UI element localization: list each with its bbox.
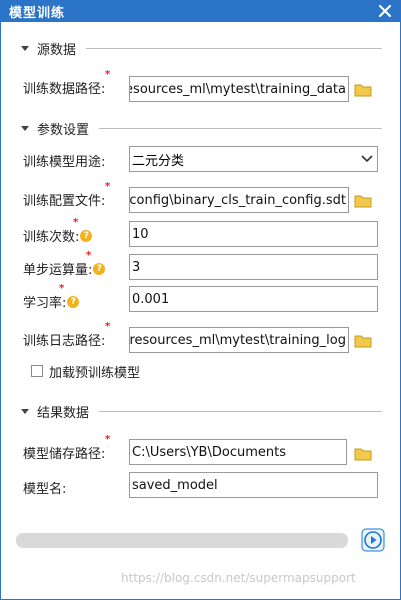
batch-size-input[interactable]: 3 xyxy=(129,254,378,280)
help-icon[interactable]: ? xyxy=(93,262,106,275)
log-path-value: s\resources_ml\mytest\training_log xyxy=(129,332,346,348)
model-save-path-input[interactable]: C:\Users\YB\Documents xyxy=(129,439,347,465)
model-name-value: saved_model xyxy=(132,477,218,493)
batch-size-value: 3 xyxy=(132,259,141,275)
batch-size-label-text: 单步运算量: xyxy=(23,263,93,278)
epochs-label: 训练次数: ? * xyxy=(23,217,93,245)
watermark-text: https://blog.csdn.net/supermapsupport xyxy=(121,571,356,585)
required-marker: * xyxy=(105,69,111,80)
learning-rate-value: 0.001 xyxy=(132,291,170,307)
browse-folder-icon[interactable] xyxy=(354,82,372,97)
required-marker: * xyxy=(73,217,79,228)
pretrained-checkbox-label[interactable]: 加载预训练模型 xyxy=(49,362,140,381)
required-marker: * xyxy=(105,181,111,192)
run-play-icon[interactable] xyxy=(361,528,385,552)
epochs-label-text: 训练次数: xyxy=(23,230,80,245)
log-path-input[interactable]: s\resources_ml\mytest\training_log xyxy=(129,327,349,353)
required-marker: * xyxy=(105,321,111,332)
train-data-path-input[interactable]: \resources_ml\mytest\training_data xyxy=(129,76,349,102)
config-file-label-text: 训练配置文件: xyxy=(23,194,106,209)
learning-rate-label-text: 学习率: xyxy=(23,296,67,311)
model-save-path-label-text: 模型储存路径: xyxy=(23,447,106,462)
section-params-header[interactable]: 参数设置 xyxy=(21,120,382,138)
model-usage-label-text: 训练模型用途: xyxy=(23,155,106,170)
progress-bar xyxy=(16,533,348,548)
model-usage-value: 二元分类 xyxy=(132,153,185,169)
section-result-header[interactable]: 结果数据 xyxy=(21,403,382,421)
train-data-path-label-text: 训练数据路径: xyxy=(23,82,106,97)
browse-folder-icon[interactable] xyxy=(354,446,372,461)
section-result-label: 结果数据 xyxy=(37,405,90,421)
config-file-label: 训练配置文件: * xyxy=(23,181,110,209)
browse-folder-icon[interactable] xyxy=(354,333,372,348)
chevron-down-icon[interactable] xyxy=(361,155,373,163)
collapse-caret-icon[interactable] xyxy=(21,126,29,131)
model-name-label-text: 模型名: xyxy=(23,482,67,497)
dialog-title: 模型训练 xyxy=(9,5,66,21)
model-save-path-value: C:\Users\YB\Documents xyxy=(132,444,286,460)
divider xyxy=(86,48,382,49)
log-path-label: 训练日志路径: * xyxy=(23,321,110,349)
collapse-caret-icon[interactable] xyxy=(21,409,29,414)
train-data-path-label: 训练数据路径: * xyxy=(23,69,110,97)
learning-rate-label: 学习率: ? * xyxy=(23,283,80,311)
divider xyxy=(99,411,382,412)
close-icon[interactable] xyxy=(376,2,394,20)
epochs-input[interactable]: 10 xyxy=(129,221,378,247)
train-data-path-value: \resources_ml\mytest\training_data xyxy=(129,81,346,97)
pretrained-checkbox[interactable] xyxy=(31,365,43,377)
epochs-value: 10 xyxy=(132,226,149,242)
model-training-dialog: 模型训练 源数据 训练数据路径: * \resources_ml\mytest\… xyxy=(0,0,401,600)
section-params-label: 参数设置 xyxy=(37,122,90,138)
required-marker: * xyxy=(59,283,65,294)
required-marker: * xyxy=(105,434,111,445)
config-file-input[interactable]: r_config\binary_cls_train_config.sdt xyxy=(129,187,349,213)
model-name-label: 模型名: xyxy=(23,478,66,497)
section-source-header[interactable]: 源数据 xyxy=(21,40,382,58)
learning-rate-input[interactable]: 0.001 xyxy=(129,286,378,312)
collapse-caret-icon[interactable] xyxy=(21,46,29,51)
log-path-label-text: 训练日志路径: xyxy=(23,334,106,349)
model-usage-select[interactable]: 二元分类 xyxy=(129,146,378,172)
model-usage-label: 训练模型用途: xyxy=(23,151,105,170)
divider xyxy=(99,128,382,129)
config-file-value: r_config\binary_cls_train_config.sdt xyxy=(129,192,346,208)
model-save-path-label: 模型储存路径: * xyxy=(23,434,110,462)
pretrained-checkbox-row[interactable]: 加载预训练模型 xyxy=(31,362,140,381)
title-bar[interactable]: 模型训练 xyxy=(1,0,400,22)
model-name-input[interactable]: saved_model xyxy=(129,472,378,498)
section-source-label: 源数据 xyxy=(37,42,77,58)
batch-size-label: 单步运算量: ? * xyxy=(23,250,106,278)
help-icon[interactable]: ? xyxy=(67,295,80,308)
help-icon[interactable]: ? xyxy=(80,229,93,242)
browse-folder-icon[interactable] xyxy=(354,193,372,208)
required-marker: * xyxy=(86,250,92,261)
